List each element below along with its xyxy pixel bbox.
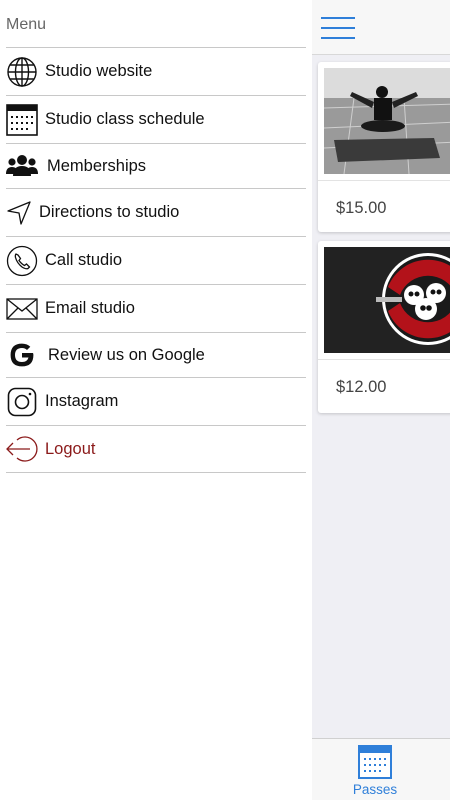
tab-passes[interactable]: Passes [340, 745, 410, 799]
side-drawer: Menu Studio website Studio class schedul… [0, 0, 312, 800]
hamburger-menu-icon[interactable] [321, 17, 355, 39]
menu-item-label: Call studio [45, 251, 123, 269]
calendar-icon [358, 745, 392, 779]
card-divider [318, 180, 450, 181]
menu-item-instagram[interactable]: Instagram [6, 377, 306, 425]
menu-title: Menu [6, 16, 47, 33]
yoga-photo [324, 68, 450, 174]
pass-card[interactable]: $15.00 [318, 62, 450, 232]
phone-icon [6, 245, 38, 277]
menu-item-call-studio[interactable]: Call studio [6, 236, 306, 284]
instagram-icon [6, 386, 38, 418]
menu-item-label: Studio website [45, 62, 153, 80]
menu-item-memberships[interactable]: Memberships [6, 143, 306, 188]
menu-item-label: Instagram [45, 392, 119, 410]
main-content: $15.00 $12.00 Passes [312, 0, 450, 800]
logout-icon [6, 433, 38, 465]
menu-item-directions[interactable]: Directions to studio [6, 188, 306, 236]
envelope-icon [6, 293, 38, 325]
navigation-arrow-icon [6, 197, 32, 229]
menu-item-class-schedule[interactable]: Studio class schedule [6, 95, 306, 143]
menu-item-label: Review us on Google [48, 345, 205, 364]
menu-item-logout[interactable]: Logout [6, 425, 306, 473]
pass-price: $15.00 [336, 199, 387, 217]
menu-item-label: Memberships [47, 156, 147, 175]
menu-list: Studio website Studio class schedule Mem… [6, 47, 306, 473]
calendar-icon [6, 103, 38, 136]
menu-item-review-google[interactable]: Review us on Google [6, 332, 306, 377]
tab-label: Passes [352, 782, 398, 797]
google-icon [6, 339, 38, 371]
tab-bar: Passes [312, 738, 450, 800]
top-bar [312, 0, 450, 55]
menu-item-email-studio[interactable]: Email studio [6, 284, 306, 332]
menu-item-label: Directions to studio [39, 203, 180, 221]
menu-item-studio-website[interactable]: Studio website [6, 47, 306, 95]
pass-price: $12.00 [336, 378, 387, 396]
menu-item-label: Studio class schedule [45, 110, 205, 128]
card-divider [318, 359, 450, 360]
menu-item-label: Email studio [45, 299, 135, 317]
globe-icon [6, 56, 38, 88]
peace-bringer-logo [324, 247, 450, 353]
pass-card[interactable]: $12.00 [318, 241, 450, 413]
menu-item-label: Logout [45, 439, 96, 458]
users-icon [6, 150, 38, 182]
